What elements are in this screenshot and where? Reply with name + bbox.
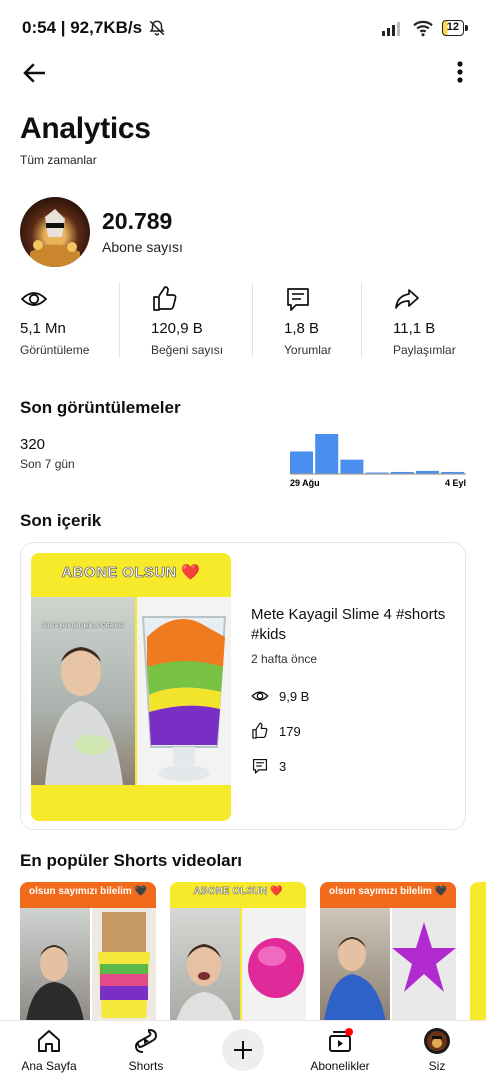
thumbs-up-icon — [252, 722, 268, 739]
subscriptions-icon — [329, 1028, 353, 1052]
stat-label: Görüntüleme — [20, 343, 90, 357]
short-right-photo — [392, 908, 456, 1022]
eye-icon — [20, 292, 48, 306]
recent-views-heading: Son görüntülemeler — [20, 398, 181, 417]
thumbs-up-icon — [153, 286, 177, 311]
person-image — [26, 945, 84, 1022]
nav-subscriptions[interactable]: Abonelikler — [295, 1027, 385, 1073]
short-left-photo — [20, 908, 90, 1022]
chart-bar[interactable] — [315, 434, 339, 474]
thumbnail-right-photo — [137, 597, 231, 785]
popular-shorts-heading: En popüler Shorts videoları — [20, 851, 242, 870]
divider — [252, 282, 253, 358]
nav-shorts[interactable]: Shorts — [101, 1027, 191, 1073]
thumbnail-left-photo: Sınıfa yeni biri gelirse Ortaokul — [31, 597, 135, 785]
nav-you-label: Siz — [428, 1059, 446, 1073]
short-caption: ABONE OLSUN ❤️ — [170, 882, 306, 908]
stats-row: 5,1 Mn Görüntüleme 120,9 B Beğeni sayısı… — [0, 280, 486, 360]
stat-value: 5,1 Mn — [20, 320, 66, 337]
recent-views-value: 320 — [20, 436, 46, 453]
comment-icon — [287, 288, 309, 311]
slime-ball-image — [248, 938, 304, 998]
slime-star-image — [392, 922, 456, 992]
stat-value: 11,1 B — [393, 320, 436, 337]
comment-icon — [252, 758, 268, 774]
short-left-photo — [320, 908, 390, 1022]
video-views-value: 9,9 B — [279, 688, 310, 704]
back-arrow-icon[interactable] — [20, 58, 50, 88]
video-views: 9,9 B — [251, 687, 309, 705]
chart-bar[interactable] — [290, 451, 313, 474]
video-title[interactable]: Mete Kayagil Slime 4 #shorts #kids — [251, 605, 451, 645]
video-thumbnail[interactable]: ABONE OLSUN ❤️ Sınıfa yeni biri gelirse … — [31, 553, 231, 821]
person-image — [176, 944, 234, 1022]
stat-label: Beğeni sayısı — [151, 343, 224, 357]
recent-content-card[interactable]: ABONE OLSUN ❤️ Sınıfa yeni biri gelirse … — [20, 542, 466, 830]
bottom-navigation: Ana Sayfa Shorts Abonelikler Siz — [0, 1020, 486, 1080]
status-bar: 0:54 | 92,7KB/s 12 — [0, 0, 486, 56]
short-thumbnail-partial[interactable] — [470, 882, 486, 1022]
recent-content-heading: Son içerik — [20, 511, 102, 530]
video-age: 2 hafta önce — [251, 652, 318, 666]
battery-icon: 12 — [441, 20, 469, 36]
short-thumbnail[interactable]: ABONE OLSUN ❤️ — [170, 882, 306, 1022]
short-left-photo — [170, 908, 240, 1022]
create-button[interactable] — [222, 1029, 264, 1071]
mute-icon — [149, 20, 165, 36]
status-right: 12 — [381, 19, 469, 37]
x-start-label: 29 Ağu — [290, 478, 320, 488]
nav-subscriptions-label: Abonelikler — [310, 1059, 370, 1073]
recent-views-period: Son 7 gün — [20, 457, 75, 471]
video-comments: 3 — [251, 757, 286, 775]
share-icon — [395, 289, 419, 309]
subscriber-count: 20.789 — [102, 208, 173, 234]
x-end-label: 4 Eyl — [445, 478, 466, 488]
thumbnail-caption: Sınıfa yeni biri gelirse Ortaokul — [42, 623, 124, 629]
divider — [361, 282, 362, 358]
profile-avatar-icon — [424, 1028, 450, 1054]
signal-icon — [381, 22, 400, 36]
short-thumbnail[interactable]: olsun sayımızı bilelim 🖤 — [20, 882, 156, 1022]
short-thumbnail[interactable]: olsun sayımızı bilelim 🖤 — [320, 882, 456, 1022]
short-right-photo — [242, 908, 306, 1022]
recent-views-chart[interactable]: 29 Ağu 4 Eyl — [286, 424, 468, 492]
page-title: Analytics — [20, 112, 151, 145]
status-left: 0:54 | 92,7KB/s — [22, 18, 166, 38]
short-caption: olsun sayımızı bilelim 🖤 — [320, 882, 456, 908]
nav-home-label: Ana Sayfa — [21, 1059, 77, 1073]
stat-label: Paylaşımlar — [393, 343, 456, 357]
video-comments-value: 3 — [279, 758, 287, 774]
home-icon — [38, 1030, 60, 1052]
plus-icon — [234, 1041, 252, 1059]
video-likes-value: 179 — [279, 723, 301, 739]
popular-shorts-row: olsun sayımızı bilelim 🖤 ABONE OLSUN ❤️ … — [20, 882, 486, 1022]
divider — [119, 282, 120, 358]
subscriber-label: Abone sayısı — [102, 239, 183, 255]
shorts-icon — [135, 1029, 157, 1053]
eye-icon — [251, 691, 269, 701]
chart-bar[interactable] — [340, 459, 364, 474]
nav-shorts-label: Shorts — [128, 1059, 164, 1073]
channel-avatar — [20, 197, 90, 267]
wifi-icon — [413, 20, 433, 37]
stat-value: 1,8 B — [284, 320, 320, 337]
page-subtitle: Tüm zamanlar — [20, 153, 97, 167]
more-options-icon[interactable] — [450, 58, 470, 88]
top-bar — [0, 50, 486, 94]
stat-value: 120,9 B — [151, 320, 203, 337]
slime-cup-image — [98, 912, 150, 1018]
nav-home[interactable]: Ana Sayfa — [4, 1027, 94, 1073]
thumbnail-banner: ABONE OLSUN ❤️ — [61, 564, 201, 582]
status-time-speed: 0:54 | 92,7KB/s — [22, 18, 143, 37]
person-image — [324, 937, 386, 1022]
avatar-image — [30, 209, 80, 267]
short-right-photo — [92, 908, 156, 1022]
video-likes: 179 — [251, 722, 301, 740]
short-caption: olsun sayımızı bilelim 🖤 — [20, 882, 156, 908]
nav-you[interactable]: Siz — [392, 1027, 482, 1073]
slime-cup-image — [141, 616, 227, 781]
stat-label: Yorumlar — [284, 343, 332, 357]
